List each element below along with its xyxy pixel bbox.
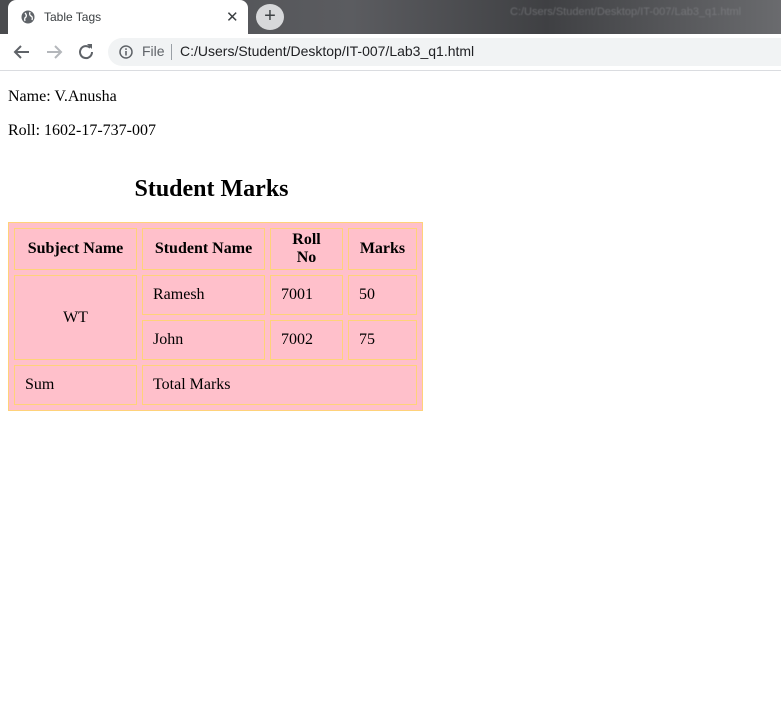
back-arrow-icon[interactable] bbox=[10, 40, 34, 64]
roll-number-line: Roll: 1602-17-737-007 bbox=[8, 122, 156, 139]
table-row: WT Ramesh 7001 50 bbox=[14, 275, 417, 360]
reload-icon[interactable] bbox=[74, 40, 98, 64]
subject-cell: WT bbox=[14, 275, 137, 360]
browser-titlebar: Table Tags ✕ + C:/Users/Student/Desktop/… bbox=[0, 0, 781, 34]
marks-table: Subject Name Student Name Roll No Marks … bbox=[8, 222, 423, 411]
table-footer-row: Sum Total Marks bbox=[14, 365, 417, 405]
forward-arrow-icon[interactable] bbox=[42, 40, 66, 64]
url-text[interactable]: C:/Users/Student/Desktop/IT-007/Lab3_q1.… bbox=[180, 43, 474, 59]
roll-cell: 7002 bbox=[270, 320, 343, 360]
header-roll-no: Roll No bbox=[270, 228, 343, 270]
total-marks-cell: Total Marks bbox=[142, 365, 417, 405]
address-bar[interactable]: File C:/Users/Student/Desktop/IT-007/Lab… bbox=[108, 38, 781, 66]
table-header-row: Subject Name Student Name Roll No Marks bbox=[14, 228, 417, 270]
new-tab-button[interactable]: + bbox=[256, 4, 284, 30]
globe-icon bbox=[21, 10, 35, 24]
header-marks: Marks bbox=[348, 228, 417, 270]
student-cell: Ramesh bbox=[142, 275, 265, 315]
roll-cell: 7001 bbox=[270, 275, 343, 315]
info-icon[interactable] bbox=[119, 45, 133, 59]
student-name-line: Name: V.Anusha bbox=[8, 88, 117, 105]
page-heading: Student Marks bbox=[134, 176, 289, 202]
titlebar-ghost-text: C:/Users/Student/Desktop/IT-007/Lab3_q1.… bbox=[510, 6, 742, 18]
browser-toolbar: File C:/Users/Student/Desktop/IT-007/Lab… bbox=[0, 34, 781, 71]
header-student-name: Student Name bbox=[142, 228, 265, 270]
omnibox-divider bbox=[171, 44, 172, 60]
marks-cell: 50 bbox=[348, 275, 417, 315]
browser-tab[interactable]: Table Tags ✕ bbox=[8, 0, 248, 34]
scheme-label: File bbox=[142, 43, 165, 59]
close-icon[interactable]: ✕ bbox=[226, 8, 239, 26]
tab-title: Table Tags bbox=[44, 10, 102, 24]
sum-label-cell: Sum bbox=[14, 365, 137, 405]
header-subject-name: Subject Name bbox=[14, 228, 137, 270]
student-cell: John bbox=[142, 320, 265, 360]
marks-cell: 75 bbox=[348, 320, 417, 360]
